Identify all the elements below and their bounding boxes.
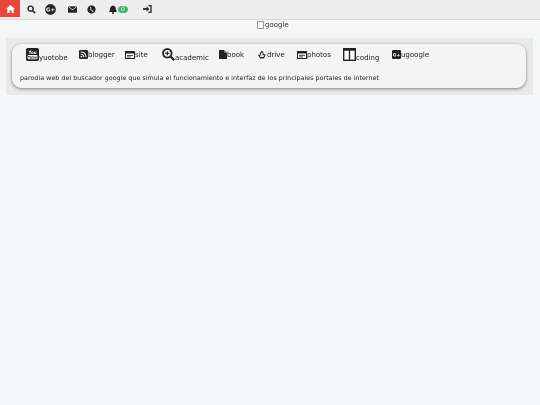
image-window-icon — [297, 51, 307, 59]
book-icon — [219, 50, 227, 59]
top-navbar: G+ 0 — [0, 0, 540, 20]
logo-alt-text: google — [265, 21, 289, 29]
svg-text:Tube: Tube — [28, 55, 38, 59]
link-yuotobe[interactable]: You Tube yuotobe — [26, 48, 68, 62]
bell-icon — [109, 5, 117, 14]
svg-text:G+: G+ — [393, 52, 401, 58]
link-ugoogle[interactable]: G+ ugoogle — [392, 50, 429, 59]
sign-in-icon — [142, 5, 152, 13]
columns-icon — [343, 48, 356, 61]
envelope-icon — [67, 5, 77, 13]
link-label: academic — [175, 54, 209, 62]
rss-icon — [79, 50, 88, 59]
link-blogger[interactable]: blogger — [79, 50, 115, 59]
magnify-plus-icon — [162, 48, 175, 61]
link-academic[interactable]: academic — [162, 48, 209, 62]
mail-button[interactable] — [66, 3, 78, 15]
svg-text:You: You — [27, 50, 36, 55]
link-label: site — [135, 51, 148, 59]
link-label: ugoogle — [401, 51, 430, 59]
home-button[interactable] — [0, 0, 20, 17]
svg-text:G+: G+ — [45, 7, 55, 13]
link-label: yuotobe — [39, 54, 68, 62]
google-plus-circle-icon: G+ — [44, 3, 56, 15]
notification-count-badge: 0 — [118, 5, 128, 13]
search-icon — [26, 4, 36, 14]
link-label: book — [227, 51, 245, 59]
youtube-icon: You Tube — [26, 48, 39, 61]
link-book[interactable]: book — [219, 50, 244, 59]
link-label: drive — [267, 51, 285, 59]
link-drive[interactable]: drive — [257, 50, 285, 59]
link-photos[interactable]: photos — [297, 51, 331, 59]
link-label: coding — [356, 54, 380, 62]
link-label: photos — [307, 51, 331, 59]
google-logo-image: google — [257, 21, 289, 29]
link-label: blogger — [88, 51, 115, 59]
sign-in-button[interactable] — [141, 3, 153, 15]
notifications-button[interactable]: 0 — [109, 3, 129, 15]
browser-window-icon — [125, 51, 135, 59]
search-button[interactable] — [25, 3, 37, 15]
broken-image-icon — [257, 21, 264, 29]
home-icon — [5, 4, 15, 13]
google-plus-button[interactable]: G+ — [44, 3, 56, 15]
google-plus-square-icon: G+ — [392, 50, 401, 59]
globe-icon — [86, 4, 96, 14]
site-description: parodia web del buscador google que simu… — [20, 74, 379, 82]
recycle-icon — [258, 50, 266, 59]
link-coding[interactable]: coding — [343, 48, 380, 62]
globe-button[interactable] — [85, 3, 97, 15]
link-site[interactable]: site — [125, 51, 148, 59]
